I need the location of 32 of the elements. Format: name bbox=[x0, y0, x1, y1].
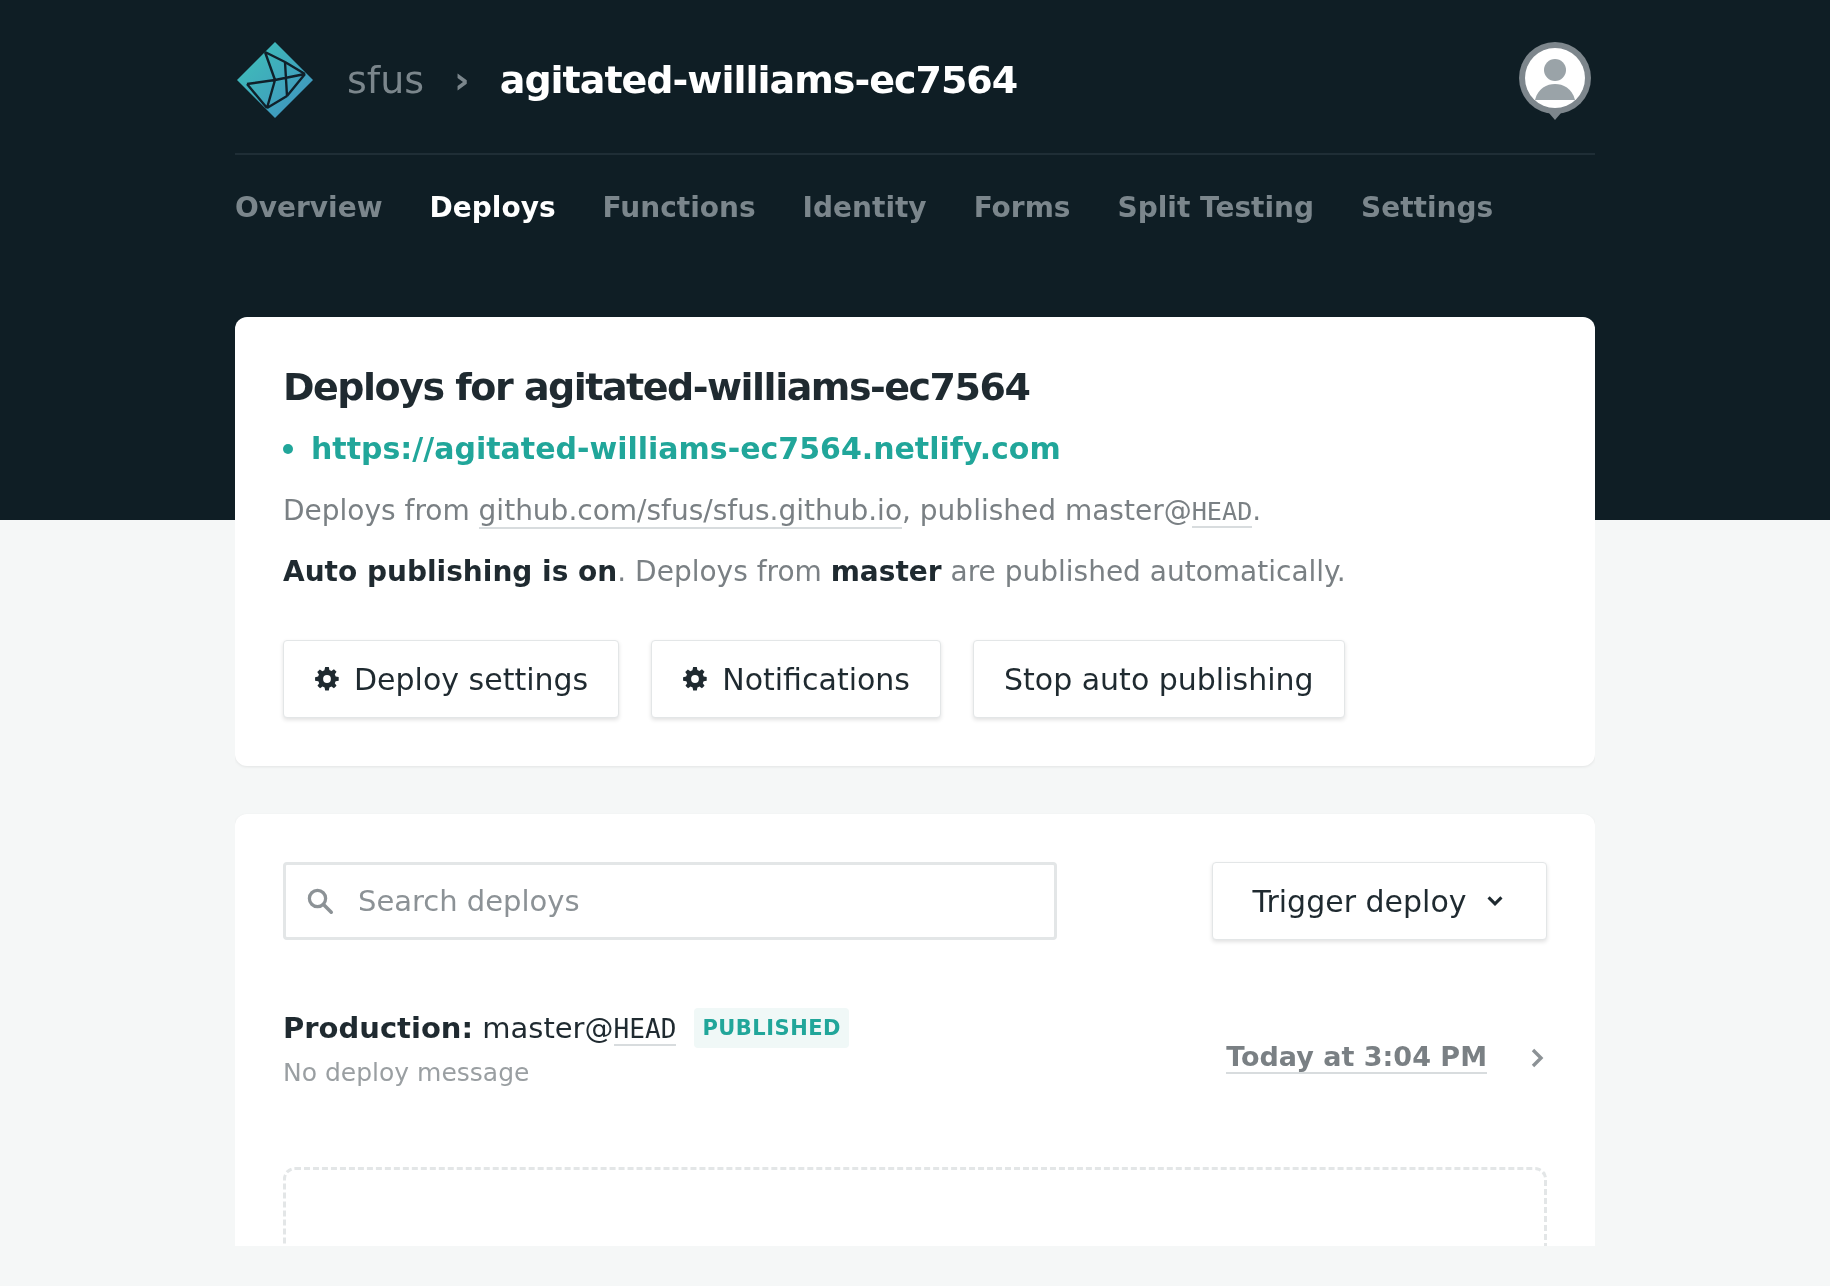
site-url-link[interactable]: https://agitated-williams-ec7564.netlify.com bbox=[311, 431, 1061, 466]
team-link[interactable]: sfus bbox=[347, 58, 425, 102]
auto-publishing-text: Auto publishing is on. Deploys from master are published automatically. bbox=[283, 555, 1347, 588]
bullet-icon bbox=[283, 443, 293, 454]
nav-tab[interactable]: Identity bbox=[802, 191, 927, 231]
deploy-title: Production: master@HEAD bbox=[283, 1011, 677, 1045]
nav-tab[interactable]: Forms bbox=[973, 191, 1071, 231]
action-button[interactable]: Deploy settings bbox=[283, 640, 620, 718]
action-button[interactable]: Notifications bbox=[651, 640, 941, 718]
nav-tab[interactable]: Deploys bbox=[429, 191, 556, 231]
deploy-row[interactable]: Production: master@HEAD PUBLISHED No deploy message Today at 3:04 PM bbox=[283, 1008, 1547, 1087]
deploy-message: No deploy message bbox=[283, 1058, 531, 1087]
page-title: Deploys for agitated-williams-ec7564 bbox=[283, 365, 1031, 409]
search-icon bbox=[305, 886, 335, 916]
gear-icon bbox=[682, 666, 709, 692]
logo-icon bbox=[235, 40, 315, 120]
commit-ref-link[interactable]: HEAD bbox=[1191, 497, 1253, 528]
commit-ref-link[interactable]: HEAD bbox=[613, 1014, 677, 1046]
breadcrumb-separator: › bbox=[454, 58, 470, 102]
trigger-deploy-button[interactable]: Trigger deploy bbox=[1212, 862, 1547, 940]
nav-tab[interactable]: Split Testing bbox=[1117, 191, 1315, 231]
deploy-time-link[interactable]: Today at 3:04 PM bbox=[1226, 1041, 1487, 1074]
deploy-source-text: Deploys from github.com/sfus/sfus.github.io, published master@HEAD. bbox=[283, 494, 1263, 527]
action-button[interactable]: Stop auto publishing bbox=[973, 640, 1345, 718]
status-badge: PUBLISHED bbox=[694, 1008, 849, 1048]
gear-icon bbox=[314, 666, 340, 692]
site-name: agitated-williams-ec7564 bbox=[499, 58, 1018, 102]
nav-tab[interactable]: Settings bbox=[1361, 191, 1494, 231]
repo-link[interactable]: github.com/sfus/sfus.github.io bbox=[478, 494, 903, 529]
nav-tab[interactable]: Functions bbox=[602, 191, 756, 231]
nav-tab[interactable]: Overview bbox=[235, 191, 383, 231]
search-field[interactable]: Search deploys bbox=[283, 862, 1057, 940]
